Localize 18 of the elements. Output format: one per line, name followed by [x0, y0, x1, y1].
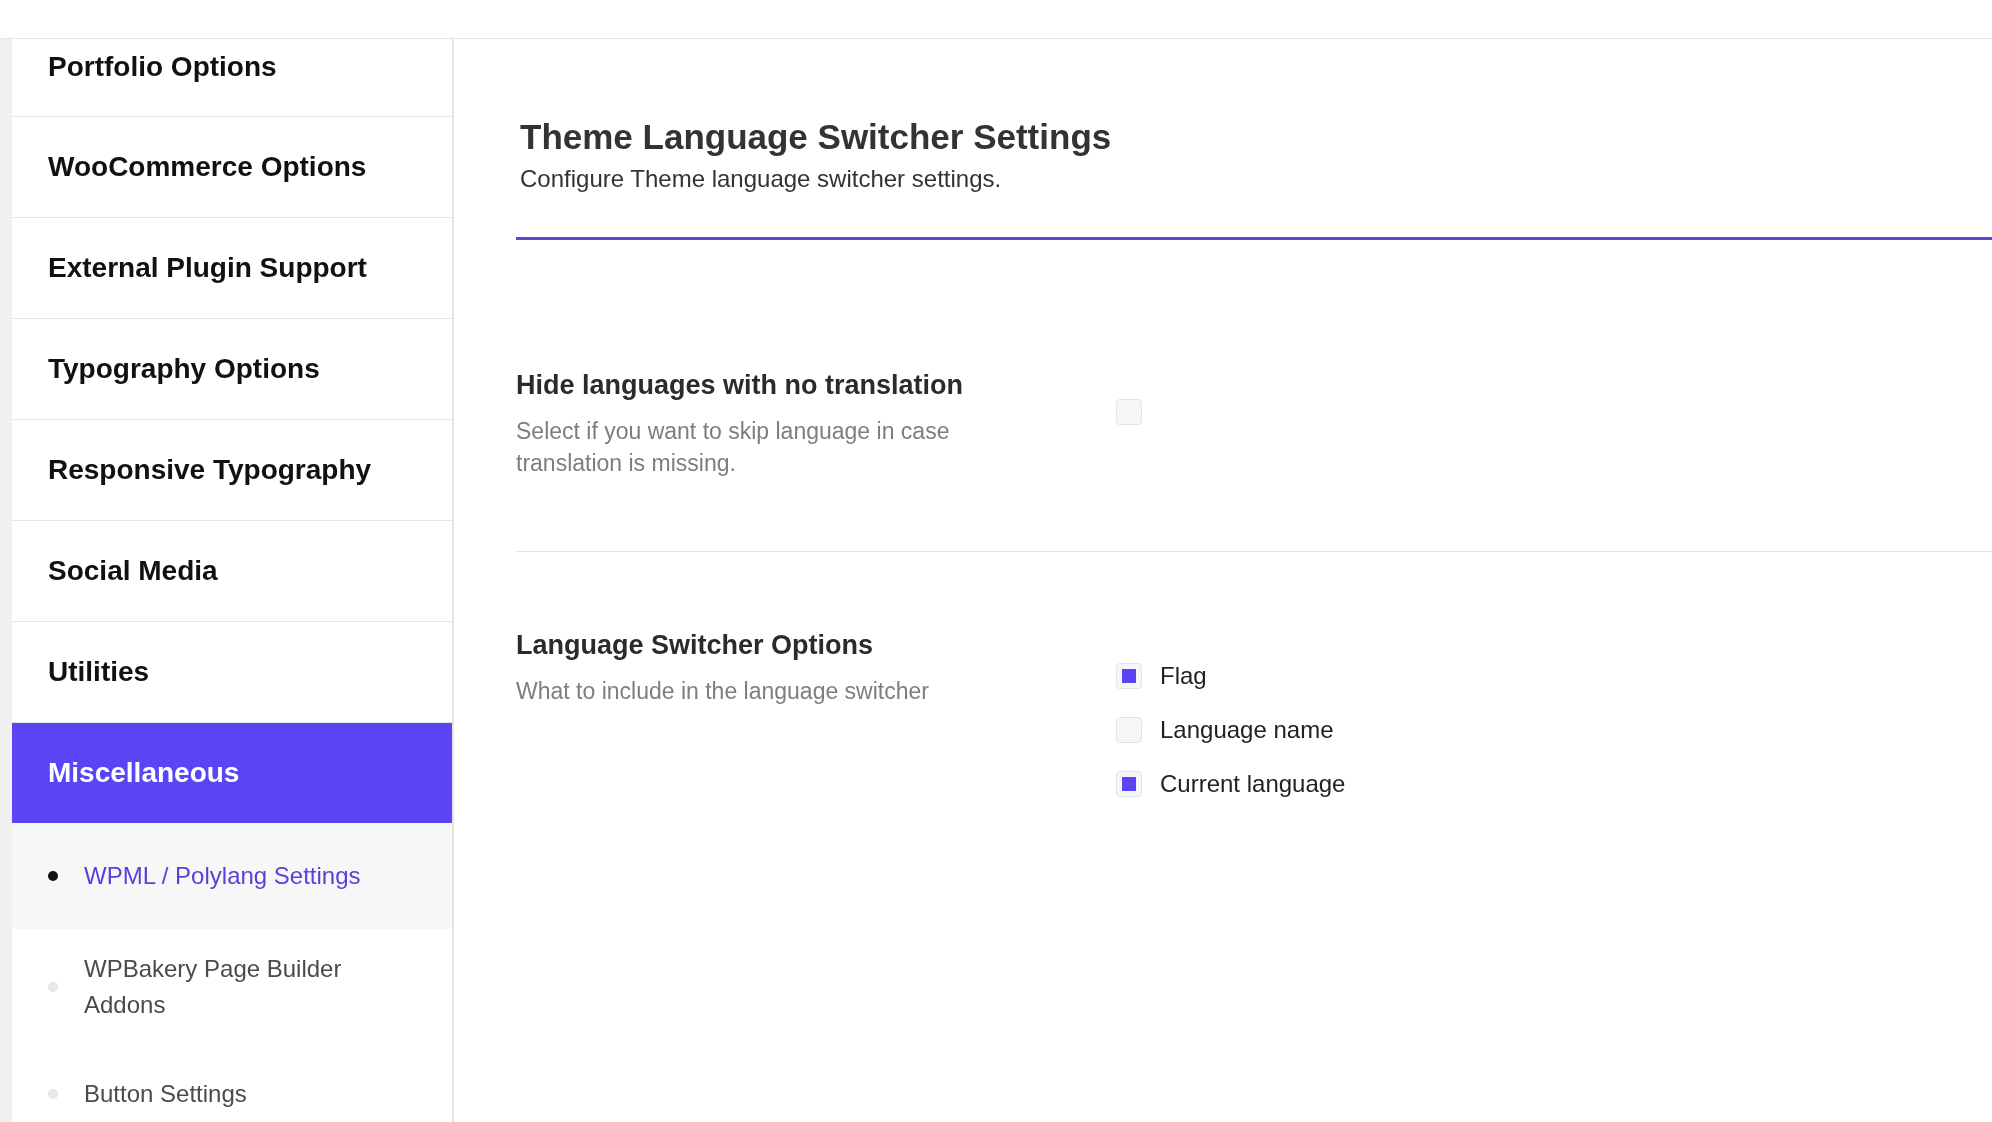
page-subtitle: Configure Theme language switcher settings.: [520, 165, 1003, 193]
checkbox[interactable]: [1116, 717, 1142, 743]
checkbox[interactable]: [1116, 771, 1142, 797]
checkbox-label: Language name: [1160, 716, 1334, 744]
submenu-label: Button Settings: [84, 1079, 247, 1109]
checkbox[interactable]: [1116, 399, 1142, 425]
sidebar-item[interactable]: Miscellaneous: [12, 723, 452, 823]
page-title: Theme Language Switcher Settings: [520, 117, 1113, 157]
setting-heading: Language Switcher Options: [516, 630, 875, 661]
submenu-label: WPBakery Page Builder Addons: [84, 954, 343, 1020]
setting-description: Select if you want to skip language in case translation is missing.: [516, 417, 951, 478]
submenu-label: WPML / Polylang Settings: [84, 861, 361, 891]
setting-heading: Hide languages with no translation: [516, 370, 965, 401]
checkbox[interactable]: [1116, 663, 1142, 689]
setting-description: What to include in the language switcher: [516, 677, 930, 706]
submenu-item[interactable]: WPML / Polylang Settings: [12, 823, 452, 929]
checkbox-label: Flag: [1160, 662, 1207, 690]
checkbox-label: Current language: [1160, 770, 1346, 798]
